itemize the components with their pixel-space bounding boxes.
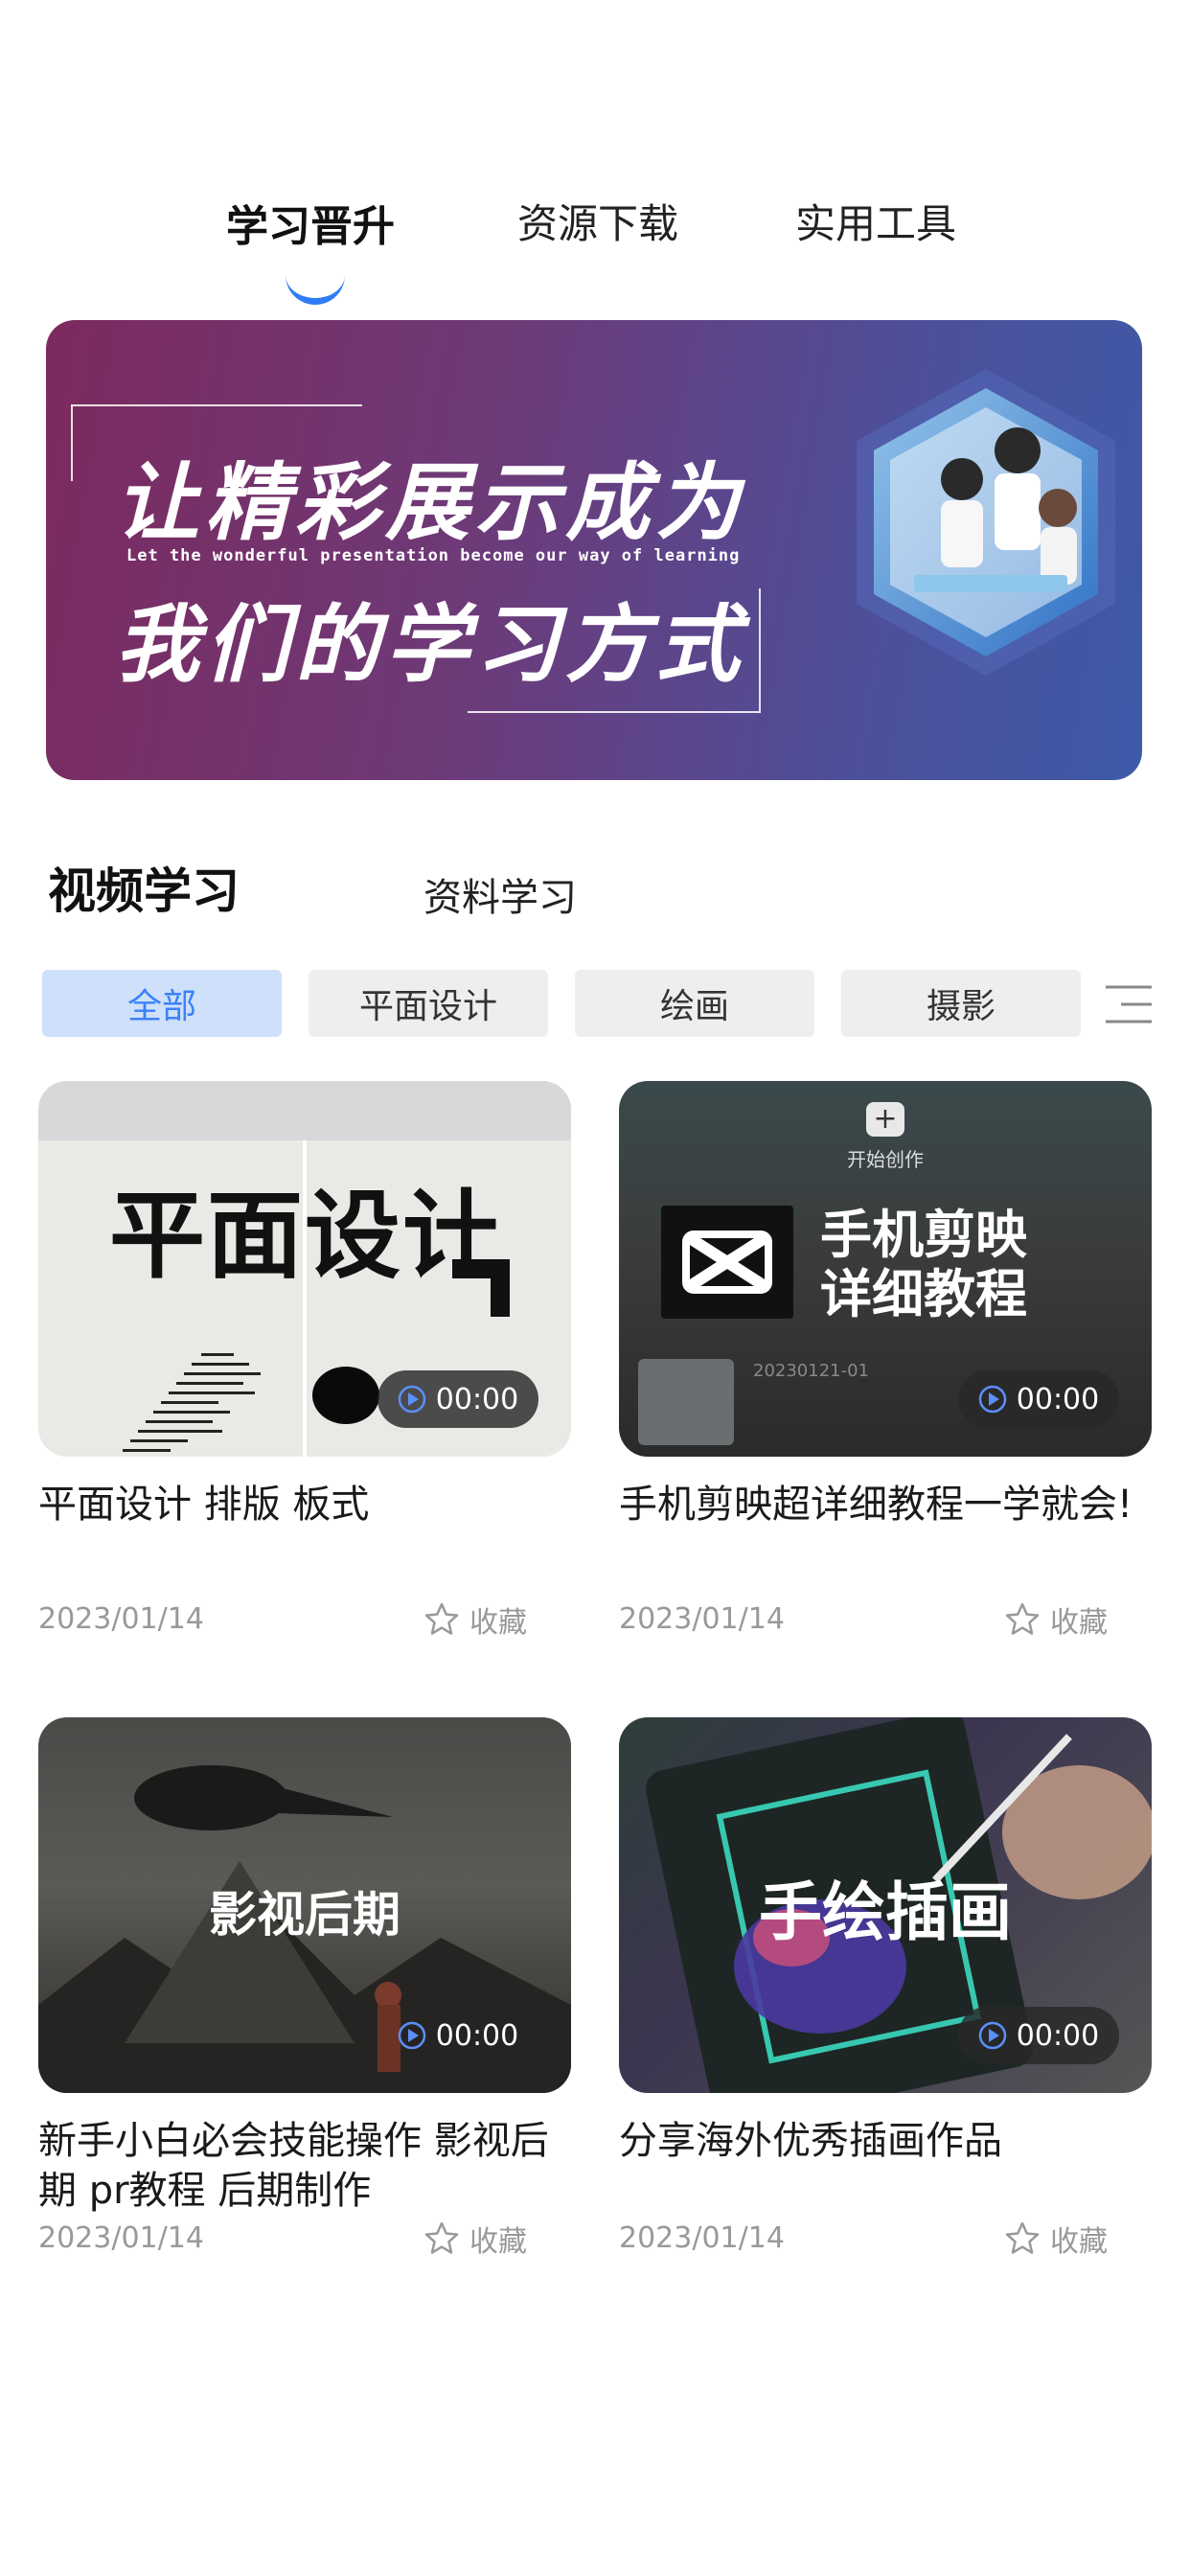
favorite-button[interactable]: 收藏 <box>423 2218 527 2260</box>
filter-chip-photography[interactable]: 摄影 <box>841 970 1081 1037</box>
banner-frame-line <box>71 404 362 406</box>
banner-title-line2: 我们的学习方式 <box>115 595 746 694</box>
video-duration-badge: 00:00 <box>378 2007 538 2064</box>
text-pattern-decoration <box>123 1353 261 1452</box>
banner-subtitle: Let the wonderful presentation become ou… <box>126 546 741 565</box>
banner-students-image <box>857 369 1115 676</box>
play-circle-icon <box>978 2021 1007 2050</box>
active-tab-indicator <box>286 274 345 305</box>
video-duration: 00:00 <box>1016 2018 1100 2053</box>
thumbnail-band <box>38 1081 571 1140</box>
video-date: 2023/01/14 <box>38 2221 204 2255</box>
video-duration-badge: 00:00 <box>958 2007 1119 2064</box>
video-title[interactable]: 新手小白必会技能操作 影视后期 pr教程 后期制作 <box>38 2116 571 2216</box>
favorite-label: 收藏 <box>1050 1606 1108 1640</box>
video-thumbnail[interactable]: + 开始创作 手机剪映 详细教程 20230121-01 00:00 <box>619 1081 1152 1457</box>
star-outline-icon <box>1005 2221 1040 2254</box>
video-meta: 2023/01/14 收藏 <box>619 2218 1152 2260</box>
video-title[interactable]: 平面设计 排版 板式 <box>38 1480 571 1579</box>
video-meta: 2023/01/14 收藏 <box>38 1598 571 1641</box>
capcut-logo-icon <box>682 1230 772 1294</box>
black-circle-shape <box>312 1367 379 1424</box>
star-outline-icon <box>424 1602 459 1635</box>
section-tab-bar: 视频学习 资料学习 <box>0 853 1190 930</box>
video-duration: 00:00 <box>435 1382 519 1416</box>
arrow-shape <box>452 1259 510 1317</box>
banner-frame-line <box>759 588 761 713</box>
thumbnail-title-line1: 手机剪映 <box>820 1205 1027 1265</box>
favorite-button[interactable]: 收藏 <box>423 1598 527 1641</box>
play-circle-icon <box>398 1385 426 1414</box>
video-thumbnail[interactable]: 影视后期 00:00 <box>38 1717 571 2093</box>
favorite-label: 收藏 <box>469 2225 527 2259</box>
thumbnail-file-label: 20230121-01 <box>753 1361 870 1381</box>
video-duration: 00:00 <box>435 2018 519 2053</box>
add-icon: + <box>866 1102 904 1137</box>
video-date: 2023/01/14 <box>619 1602 785 1636</box>
play-circle-icon <box>978 1385 1007 1414</box>
video-title[interactable]: 分享海外优秀插画作品 <box>619 2116 1152 2216</box>
favorite-button[interactable]: 收藏 <box>1004 1598 1108 1641</box>
star-outline-icon <box>424 2221 459 2254</box>
video-meta: 2023/01/14 收藏 <box>38 2218 571 2260</box>
video-card[interactable]: 平面设计 00:00 平面设计 排版 板式 2023/01/14 收藏 <box>38 1081 571 1641</box>
thumbnail-title-line2: 详细教程 <box>820 1264 1027 1324</box>
favorite-label: 收藏 <box>1050 2225 1108 2259</box>
tab-learning-promotion[interactable]: 学习晋升 <box>226 192 395 253</box>
tab-resource-download[interactable]: 资源下载 <box>517 192 678 250</box>
thumbnail-start-create: 开始创作 <box>847 1148 924 1171</box>
star-outline-icon <box>1005 1602 1040 1635</box>
tab-practical-tools[interactable]: 实用工具 <box>795 192 956 250</box>
video-card[interactable]: + 开始创作 手机剪映 详细教程 20230121-01 00:00 手机剪映超… <box>619 1081 1152 1641</box>
video-title[interactable]: 手机剪映超详细教程一学就会! <box>619 1480 1152 1579</box>
capcut-logo-box <box>661 1206 793 1319</box>
video-duration-badge: 00:00 <box>958 1370 1119 1428</box>
video-date: 2023/01/14 <box>619 2221 785 2255</box>
video-duration-badge: 00:00 <box>378 1370 538 1428</box>
play-circle-icon <box>398 2021 426 2050</box>
banner-frame-line <box>468 711 761 713</box>
menu-icon[interactable] <box>1102 983 1156 1025</box>
video-thumbnail[interactable]: 手绘插画 00:00 <box>619 1717 1152 2093</box>
top-tab-bar: 学习晋升 资源下载 实用工具 <box>0 192 1190 307</box>
thumbnail-title: 影视后期 <box>209 1887 400 1943</box>
promo-banner[interactable]: 让精彩展示成为 Let the wonderful presentation b… <box>46 320 1142 780</box>
video-date: 2023/01/14 <box>38 1602 204 1636</box>
filter-chip-graphic-design[interactable]: 平面设计 <box>309 970 548 1037</box>
thumbnail-title: 手绘插画 <box>759 1875 1012 1949</box>
filter-chip-painting[interactable]: 绘画 <box>575 970 814 1037</box>
video-thumbnail[interactable]: 平面设计 00:00 <box>38 1081 571 1457</box>
banner-frame-line <box>71 404 73 481</box>
banner-title-line1: 让精彩展示成为 <box>115 453 746 552</box>
video-duration: 00:00 <box>1016 1382 1100 1416</box>
thumbnail-preview-image <box>638 1359 734 1445</box>
video-card[interactable]: 影视后期 00:00 新手小白必会技能操作 影视后期 pr教程 后期制作 202… <box>38 1717 571 2260</box>
favorite-label: 收藏 <box>469 1606 527 1640</box>
tab-material-learning[interactable]: 资料学习 <box>423 866 577 922</box>
video-meta: 2023/01/14 收藏 <box>619 1598 1152 1641</box>
tab-video-learning[interactable]: 视频学习 <box>48 853 240 922</box>
filter-chip-all[interactable]: 全部 <box>42 970 282 1037</box>
category-filter-bar: 全部 平面设计 绘画 摄影 <box>0 970 1190 1039</box>
video-card[interactable]: 手绘插画 00:00 分享海外优秀插画作品 2023/01/14 收藏 <box>619 1717 1152 2260</box>
favorite-button[interactable]: 收藏 <box>1004 2218 1108 2260</box>
